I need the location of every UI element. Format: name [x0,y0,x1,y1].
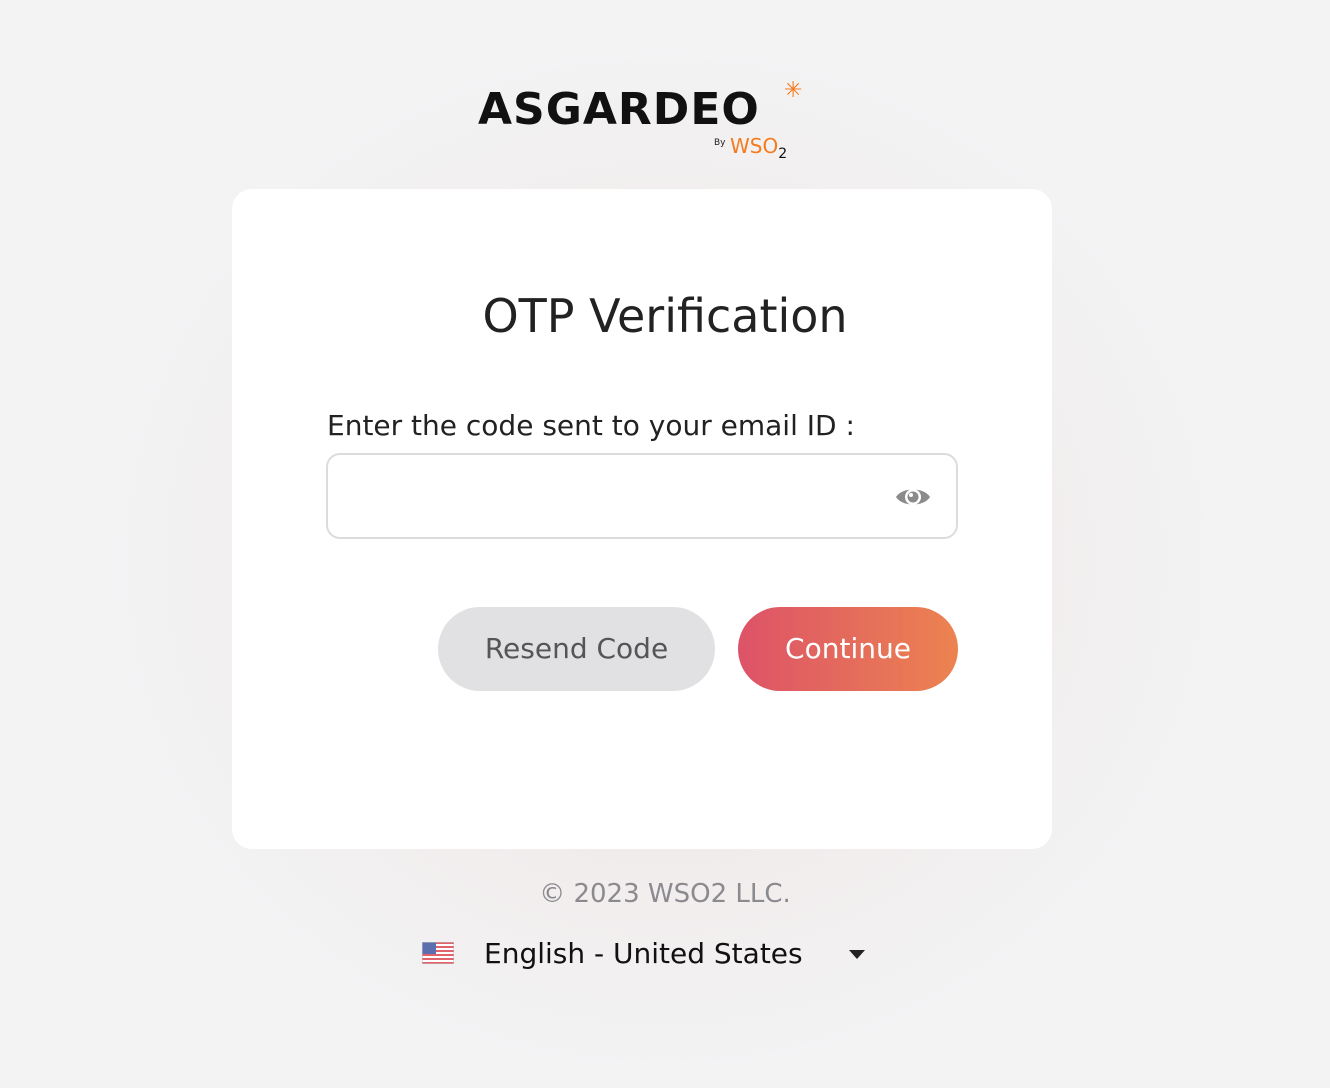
logo-star-icon: ✳ [784,78,803,103]
wso2-subscript: 2 [778,146,788,162]
resend-code-button[interactable]: Resend Code [438,607,715,691]
chevron-down-icon [849,950,865,959]
logo-wordmark: ASGARDEO [478,84,760,135]
page-title: OTP Verification [482,289,848,343]
otp-input-container [326,453,958,539]
language-label: English - United States [484,937,803,970]
otp-field-label: Enter the code sent to your email ID : [327,409,855,442]
continue-button[interactable]: Continue [738,607,958,691]
wso2-text: WSO [730,134,779,158]
wso2-logo: WSO2 [730,134,787,166]
logo-by-text: By [714,138,726,148]
otp-input[interactable] [346,455,890,539]
asgardeo-logo: ASGARDEO ✳ By WSO2 [478,80,808,164]
copyright-text: © 2023 WSO2 LLC. [539,879,791,909]
language-selector[interactable]: English - United States [420,934,872,976]
us-flag-icon [422,942,454,964]
eye-icon[interactable] [894,483,932,511]
